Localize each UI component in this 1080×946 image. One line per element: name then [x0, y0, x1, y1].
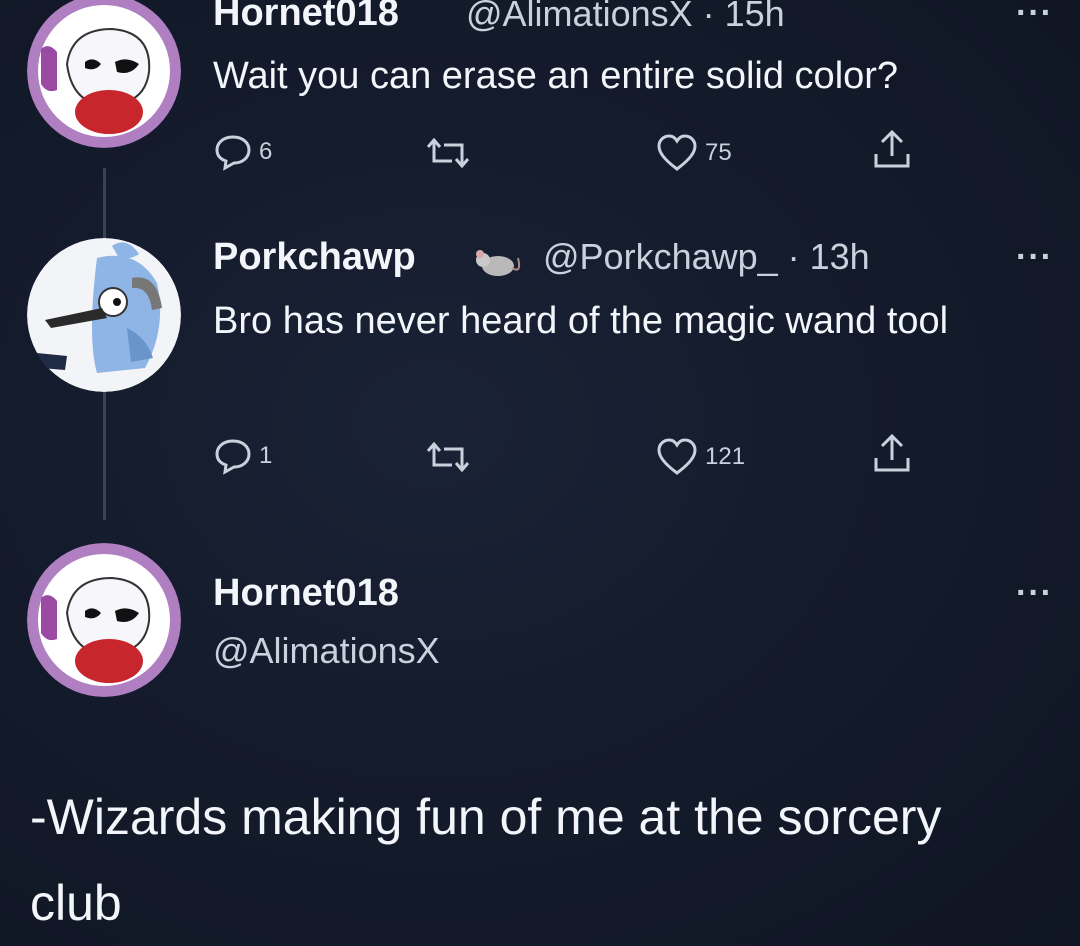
rat-emoji-icon	[468, 244, 524, 285]
tweet2-like-count: 121	[705, 443, 746, 470]
tweet2-reply-count: 1	[259, 442, 273, 469]
tweet3-author-name[interactable]: Hornet018	[213, 572, 399, 615]
meme-caption: -Wizards making fun of me at the sorcery…	[30, 789, 942, 931]
avatar-porkchawp[interactable]	[27, 238, 181, 392]
tweet2-handle-time[interactable]: @Porkchawp_ · 13h	[543, 236, 870, 278]
tweet2-share-button[interactable]	[870, 432, 914, 476]
tweet3-handle[interactable]: @AlimationsX	[213, 630, 440, 672]
tweet2-more-button[interactable]: ···	[1016, 238, 1053, 277]
retweet-icon	[426, 137, 470, 169]
heart-icon	[657, 134, 697, 171]
tweet2-text: Bro has never heard of the magic wand to…	[213, 300, 949, 342]
reply-icon	[215, 135, 251, 171]
tweet1-more-button[interactable]: ···	[1016, 0, 1053, 33]
avatar-hornet018[interactable]	[27, 0, 181, 148]
share-icon	[874, 129, 910, 168]
tweet1-handle-time[interactable]: @AlimationsX · 15h	[466, 0, 785, 35]
tweet1-reply-button[interactable]: 6	[213, 133, 272, 171]
tweet1-retweet-button[interactable]	[420, 135, 476, 171]
tweet2-retweet-button[interactable]	[420, 439, 476, 475]
tweet1-like-button[interactable]: 75	[655, 133, 732, 173]
avatar-image	[27, 543, 181, 697]
tweet1-like-count: 75	[705, 139, 732, 166]
retweet-icon	[426, 441, 470, 473]
tweet3-more-button[interactable]: ···	[1016, 574, 1053, 613]
tweet1-reply-count: 6	[259, 138, 273, 165]
avatar-image	[27, 238, 181, 392]
tweet1-text: Wait you can erase an entire solid color…	[213, 55, 899, 97]
share-icon	[874, 433, 910, 472]
tweet2-like-button[interactable]: 121	[655, 437, 745, 477]
reply-icon	[215, 439, 251, 475]
tweet2-author-name[interactable]: Porkchawp	[213, 236, 416, 279]
tweet1-share-button[interactable]	[870, 128, 914, 172]
avatar-image	[27, 0, 181, 148]
avatar-hornet018-main[interactable]	[27, 543, 181, 697]
heart-icon	[657, 438, 697, 475]
tweet2-reply-button[interactable]: 1	[213, 437, 272, 475]
tweet1-author-name[interactable]: Hornet018	[213, 0, 399, 35]
